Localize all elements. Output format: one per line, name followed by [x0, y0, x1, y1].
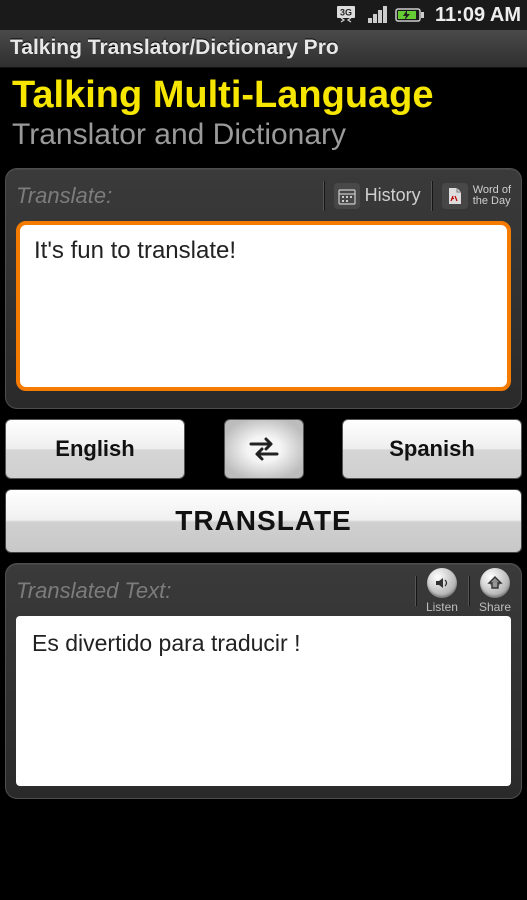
divider — [468, 576, 469, 606]
translate-label: Translate: — [16, 183, 112, 209]
translate-button[interactable]: TRANSLATE — [5, 489, 522, 553]
document-icon — [442, 183, 468, 209]
divider — [431, 181, 432, 211]
app-title-bar: Talking Translator/Dictionary Pro — [0, 30, 527, 68]
share-icon — [480, 568, 510, 598]
app-header: Talking Multi-Language Translator and Di… — [0, 68, 527, 162]
3g-icon: 3G — [337, 6, 361, 24]
language-row: English Spanish — [5, 419, 522, 479]
status-time: 11:09 AM — [435, 4, 521, 27]
swap-languages-button[interactable] — [224, 419, 304, 479]
translate-panel-header: Translate: History — [16, 179, 511, 213]
app-heading: Talking Multi-Language — [12, 76, 515, 116]
output-panel: Translated Text: Listen — [5, 563, 522, 799]
target-language-button[interactable]: Spanish — [342, 419, 522, 479]
history-label: History — [365, 185, 421, 206]
signal-icon — [367, 6, 389, 24]
translate-header-actions: History Word of the Day — [323, 181, 511, 211]
status-bar: 3G 11:09 AM — [0, 0, 527, 30]
translated-output: Es divertido para traducir ! — [16, 616, 511, 786]
listen-label: Listen — [426, 600, 458, 614]
divider — [323, 181, 324, 211]
translate-panel: Translate: History — [5, 168, 522, 409]
word-of-day-button[interactable]: Word of the Day — [442, 183, 511, 209]
listen-button[interactable]: Listen — [426, 568, 458, 614]
calendar-icon — [334, 183, 360, 209]
battery-icon — [395, 6, 425, 24]
share-label: Share — [479, 600, 511, 614]
divider — [415, 576, 416, 606]
translate-input[interactable] — [16, 221, 511, 391]
speaker-icon — [427, 568, 457, 598]
app-subheading: Translator and Dictionary — [12, 118, 515, 152]
translated-text-label: Translated Text: — [16, 578, 171, 604]
source-language-button[interactable]: English — [5, 419, 185, 479]
history-button[interactable]: History — [334, 183, 421, 209]
output-panel-header: Translated Text: Listen — [16, 574, 511, 608]
wotd-label: Word of the Day — [473, 185, 511, 207]
svg-text:3G: 3G — [340, 8, 352, 18]
swap-icon — [246, 434, 282, 464]
output-header-actions: Listen Share — [415, 568, 511, 614]
share-button[interactable]: Share — [479, 568, 511, 614]
